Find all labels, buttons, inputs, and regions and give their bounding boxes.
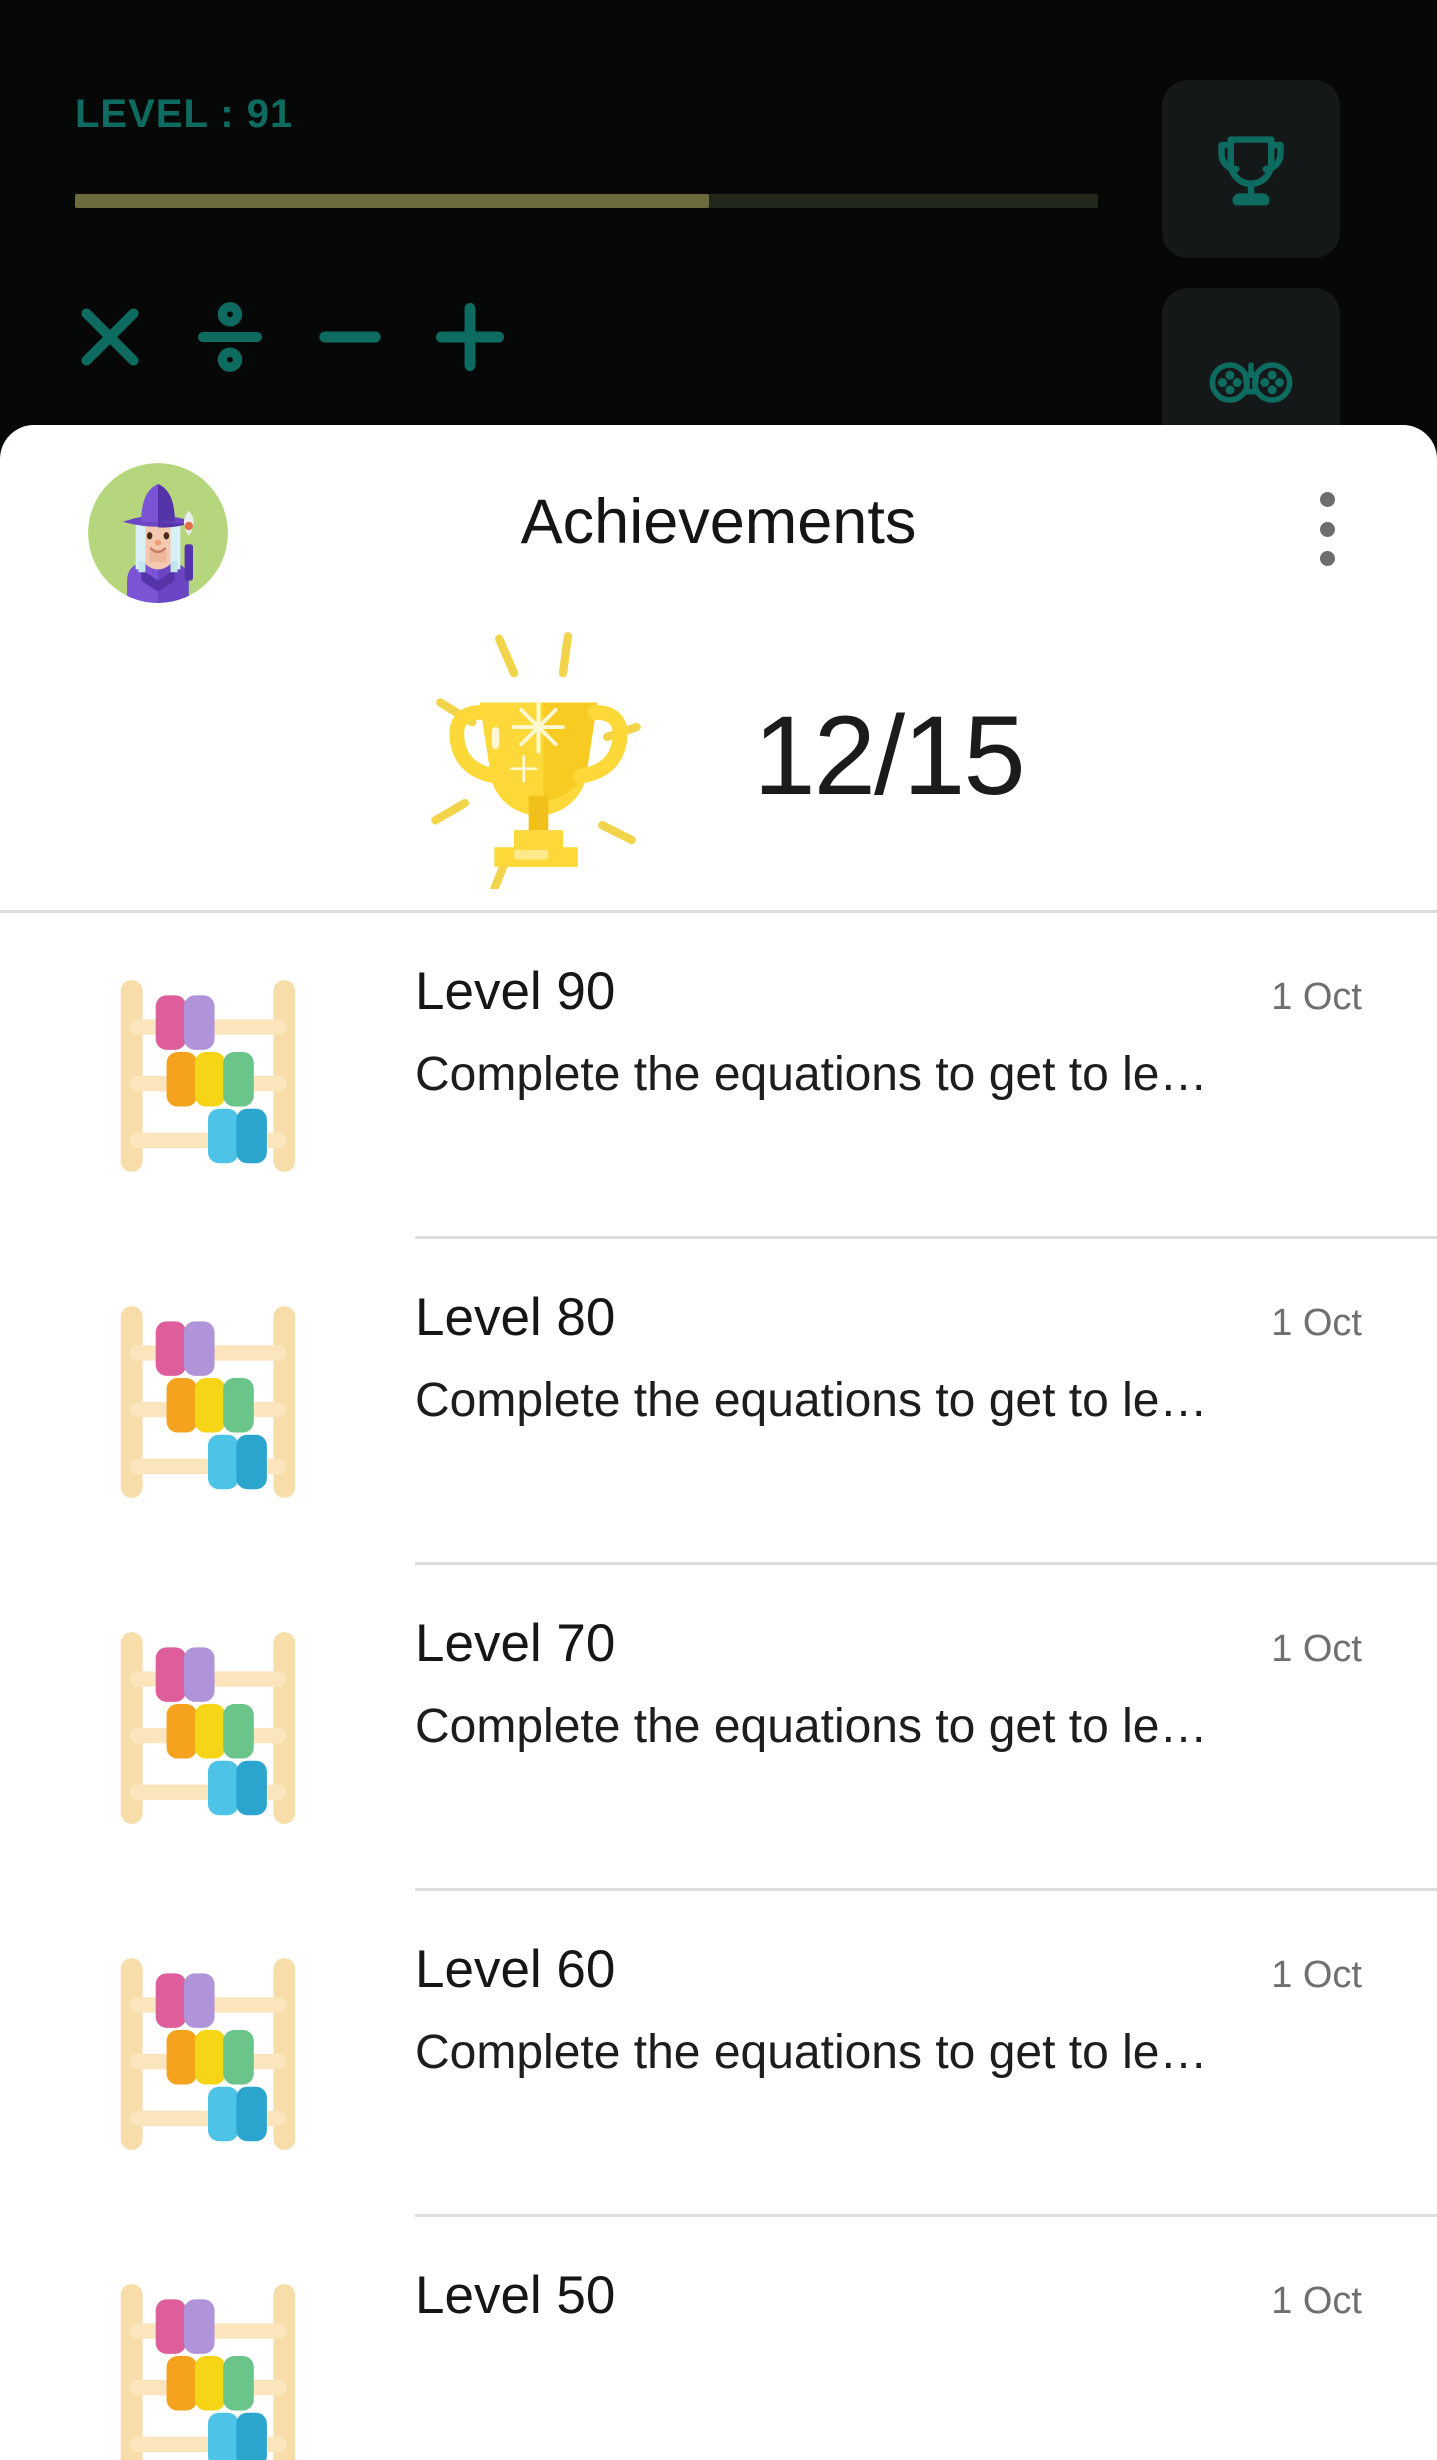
multiply-icon[interactable] xyxy=(68,295,152,379)
divide-icon[interactable] xyxy=(188,295,272,379)
abacus-icon xyxy=(120,1632,295,1824)
achievement-row-body: Level 80 1 Oct Complete the equations to g… xyxy=(415,1239,1437,1565)
level-label: LEVEL : 91 xyxy=(75,92,294,136)
achievement-icon-wrap xyxy=(0,1565,415,1891)
menu-dot-icon xyxy=(1319,521,1335,537)
abacus-icon xyxy=(120,2284,295,2460)
achievement-row-body: Level 50 1 Oct xyxy=(415,2217,1437,2460)
abacus-icon xyxy=(120,1958,295,2150)
menu-dot-icon xyxy=(1319,551,1335,566)
operator-icon-row xyxy=(68,295,512,379)
trophy-icon xyxy=(431,631,642,889)
achievement-icon-wrap xyxy=(0,913,415,1239)
achievement-summary: 12/15 xyxy=(0,620,1437,910)
achievement-row[interactable]: Level 60 1 Oct Complete the equations to g… xyxy=(0,1891,1437,2217)
abacus-icon xyxy=(120,1306,295,1498)
achievement-title: Level 80 xyxy=(415,1288,616,1347)
achievement-row-body: Level 90 1 Oct Complete the equations to g… xyxy=(415,913,1437,1239)
achievement-row-topline: Level 70 1 Oct xyxy=(415,1565,1362,1673)
sheet-header: Achievements xyxy=(0,425,1437,620)
trophy-icon xyxy=(1218,136,1284,206)
gamepad-icon xyxy=(1209,362,1293,403)
achievement-date: 1 Oct xyxy=(1271,1302,1362,1344)
achievement-row-body: Level 70 1 Oct Complete the equations to g… xyxy=(415,1565,1437,1891)
achievement-icon-wrap xyxy=(0,1239,415,1565)
achievement-row-topline: Level 90 1 Oct xyxy=(415,913,1362,1021)
achievement-date: 1 Oct xyxy=(1271,1628,1362,1670)
achievement-title: Level 70 xyxy=(415,1614,616,1673)
achievement-row-topline: Level 80 1 Oct xyxy=(415,1239,1362,1347)
achievement-count: 12/15 xyxy=(753,693,1025,818)
achievement-subtitle: Complete the equations to get to le… xyxy=(415,2026,1208,2080)
achievement-row[interactable]: Level 90 1 Oct Complete the equations to g… xyxy=(0,913,1437,1239)
page-title: Achievements xyxy=(520,487,917,557)
achievement-row-topline: Level 60 1 Oct xyxy=(415,1891,1362,1999)
achievement-date: 1 Oct xyxy=(1271,976,1362,1018)
game-hud-backdrop: LEVEL : 91 xyxy=(0,0,1437,470)
menu-dot-icon xyxy=(1319,492,1335,507)
achievement-subtitle: Complete the equations to get to le… xyxy=(415,1374,1208,1428)
achievement-date: 1 Oct xyxy=(1271,2280,1362,2322)
achievements-sheet: Achievements 12/15 Level 90 1 Oct Comple… xyxy=(0,425,1437,2460)
achievement-icon-wrap xyxy=(0,1891,415,2217)
achievement-date: 1 Oct xyxy=(1271,1954,1362,1996)
plus-icon[interactable] xyxy=(428,295,512,379)
achievement-row-topline: Level 50 1 Oct xyxy=(415,2217,1362,2325)
achievement-title: Level 60 xyxy=(415,1940,616,1999)
level-progress-fill xyxy=(75,194,710,208)
achievement-row[interactable]: Level 50 1 Oct xyxy=(0,2217,1437,2460)
achievement-row[interactable]: Level 80 1 Oct Complete the equations to g… xyxy=(0,1239,1437,1565)
minus-icon[interactable] xyxy=(308,295,392,379)
achievement-subtitle: Complete the equations to get to le… xyxy=(415,1700,1208,1754)
trophy-button[interactable] xyxy=(1162,80,1340,258)
achievement-title: Level 90 xyxy=(415,962,616,1021)
achievement-subtitle: Complete the equations to get to le… xyxy=(415,1048,1208,1102)
achievement-row[interactable]: Level 70 1 Oct Complete the equations to g… xyxy=(0,1565,1437,1891)
overflow-menu-button[interactable] xyxy=(1292,488,1362,570)
abacus-icon xyxy=(120,980,295,1172)
achievement-list: Level 90 1 Oct Complete the equations to g… xyxy=(0,913,1437,2460)
level-progress-bar xyxy=(75,194,1098,208)
achievement-row-body: Level 60 1 Oct Complete the equations to g… xyxy=(415,1891,1437,2217)
achievement-title: Level 50 xyxy=(415,2266,616,2325)
achievement-icon-wrap xyxy=(0,2217,415,2460)
